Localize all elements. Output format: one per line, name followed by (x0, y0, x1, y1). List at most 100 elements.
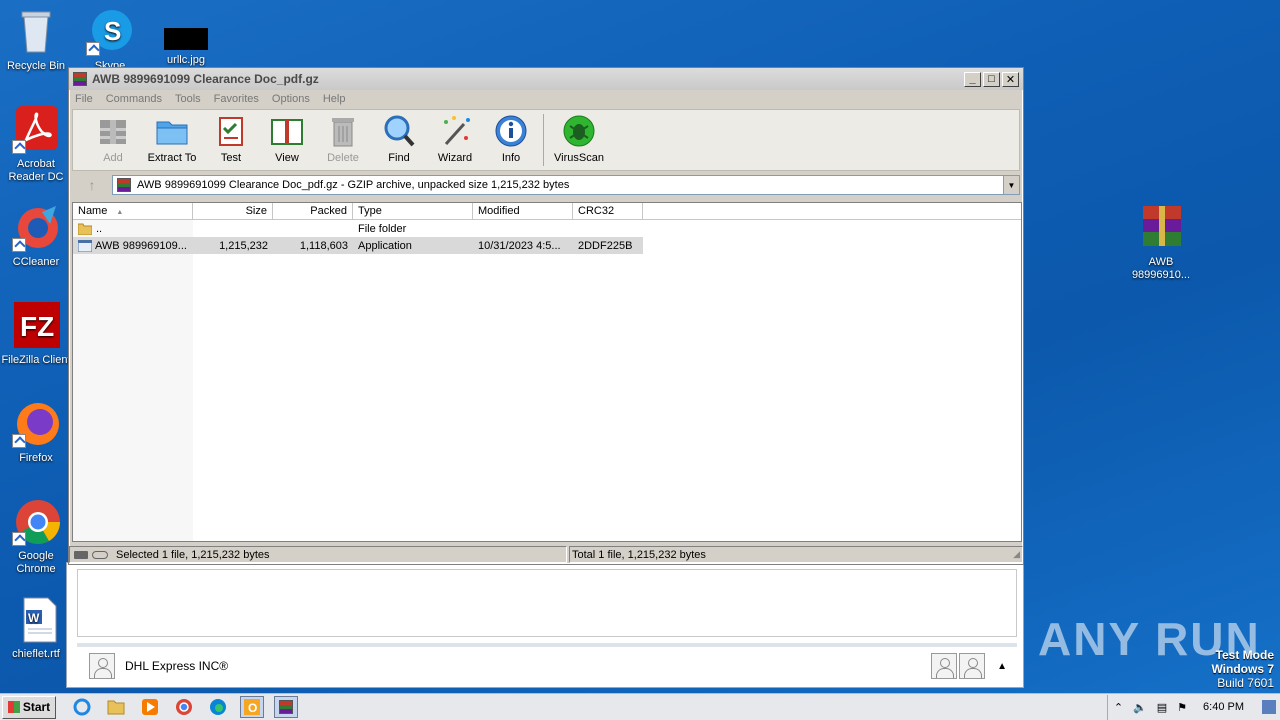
desktop-icon-chrome[interactable]: Google Chrome (0, 498, 74, 576)
contact-photo-icon-2[interactable] (959, 653, 986, 679)
extract-to-button[interactable]: Extract To (141, 114, 203, 170)
magnifier-icon (382, 114, 416, 148)
menu-favorites[interactable]: Favorites (214, 93, 259, 105)
shortcut-arrow-icon (12, 140, 26, 154)
edge-icon[interactable] (206, 696, 230, 718)
explorer-folder-icon[interactable] (104, 696, 128, 718)
desktop-icon-label: Acrobat Reader DC (8, 158, 64, 183)
filezilla-icon: FZ (12, 302, 60, 350)
column-size[interactable]: Size (193, 203, 273, 220)
find-label: Find (388, 152, 410, 164)
toolbar: Add Extract To Test View Delete Find Wiz… (72, 109, 1020, 171)
menu-tools[interactable]: Tools (175, 93, 201, 105)
window-title: AWB 9899691099 Clearance Doc_pdf.gz (92, 72, 319, 86)
table-row-selected[interactable]: AWB 989969109... 1,215,232 1,118,603 App… (73, 237, 643, 254)
svg-text:S: S (104, 16, 121, 46)
desktop-icon-label: FileZilla Client (1, 354, 71, 366)
desktop-icon-urllc[interactable]: urllc.jpg (148, 8, 224, 67)
sort-ascending-icon: ▲ (116, 209, 124, 216)
desktop-icon-label: CCleaner (12, 256, 60, 268)
archive-path: AWB 9899691099 Clearance Doc_pdf.gz - GZ… (137, 179, 570, 191)
windows-logo-icon (7, 701, 20, 713)
column-name[interactable]: Name ▲ (73, 203, 193, 220)
collapse-chevron-icon[interactable]: ▲ (997, 661, 1007, 672)
network-icon[interactable]: ▤ (1157, 701, 1167, 714)
contact-avatar-icon (89, 653, 115, 679)
menu-file[interactable]: File (75, 93, 93, 105)
contact-photo-icon[interactable] (931, 653, 958, 679)
file-list[interactable]: Name ▲ Size Packed Type Modified CRC32 .… (72, 202, 1022, 542)
desktop-icon-ccleaner[interactable]: CCleaner (0, 204, 74, 269)
word-document-icon: W (12, 596, 60, 644)
menu-help[interactable]: Help (323, 93, 346, 105)
image-file-icon (162, 8, 210, 56)
column-crc32[interactable]: CRC32 (573, 203, 643, 220)
media-player-icon[interactable] (138, 696, 162, 718)
clock[interactable]: 6:40 PM (1203, 701, 1244, 713)
close-button[interactable]: ✕ (1002, 71, 1019, 87)
status-bar: Selected 1 file, 1,215,232 bytes Total 1… (69, 545, 1023, 564)
desktop-icon-recycle-bin[interactable]: Recycle Bin (0, 8, 74, 73)
virus-scan-icon (562, 114, 596, 148)
cell-packed: 1,118,603 (299, 239, 348, 252)
delete-button[interactable]: Delete (315, 114, 371, 170)
name-column-background (73, 220, 193, 541)
firefox-icon (12, 400, 60, 448)
column-modified[interactable]: Modified (473, 203, 573, 220)
message-body[interactable] (77, 569, 1017, 637)
test-button[interactable]: Test (203, 114, 259, 170)
info-label: Info (501, 152, 521, 164)
find-button[interactable]: Find (371, 114, 427, 170)
sender-bar: DHL Express INC® ▲ (89, 651, 1015, 681)
virusscan-button[interactable]: VirusScan (548, 114, 610, 170)
winrar-window: AWB 9899691099 Clearance Doc_pdf.gz _ □ … (68, 67, 1024, 565)
folder-icon (155, 114, 189, 148)
archive-icon (117, 178, 131, 192)
cell-crc32: 2DDF225B (578, 239, 633, 252)
desktop-icon-label: chieflet.rtf (12, 648, 60, 660)
cell-modified: 10/31/2023 4:5... (478, 239, 561, 252)
up-one-level-button[interactable]: ↑ (72, 175, 112, 195)
toolbar-separator (543, 114, 544, 166)
view-button[interactable]: View (259, 114, 315, 170)
resize-grip-icon[interactable]: ◢ (1013, 549, 1020, 560)
start-button[interactable]: Start (2, 695, 56, 719)
chevron-down-icon[interactable]: ▼ (1003, 176, 1019, 194)
title-bar[interactable]: AWB 9899691099 Clearance Doc_pdf.gz _ □ … (69, 68, 1023, 90)
minimize-button[interactable]: _ (964, 71, 981, 87)
column-type[interactable]: Type (353, 203, 473, 220)
wizard-label: Wizard (437, 152, 473, 164)
flag-icon[interactable]: ⚑ (1177, 701, 1187, 714)
delete-label: Delete (327, 152, 359, 164)
wizard-button[interactable]: Wizard (427, 114, 483, 170)
desktop-icon-awb-archive[interactable]: AWB 98996910... (1123, 204, 1199, 282)
menu-commands[interactable]: Commands (106, 93, 162, 105)
recycle-bin-icon (12, 8, 60, 56)
show-desktop-button[interactable] (1262, 700, 1276, 714)
address-bar: ↑ AWB 9899691099 Clearance Doc_pdf.gz - … (72, 174, 1020, 196)
virusscan-label: VirusScan (554, 152, 604, 164)
desktop-icon-skype[interactable]: S Skype (72, 8, 148, 73)
winrar-taskbar-icon[interactable] (274, 696, 298, 718)
desktop-icon-acrobat[interactable]: Acrobat Reader DC (0, 106, 74, 184)
shortcut-arrow-icon (12, 238, 26, 252)
system-tray: ⌃ 🔈 ▤ ⚑ 6:40 PM (1106, 694, 1280, 720)
desktop-icon-filezilla[interactable]: FZ FileZilla Client (0, 302, 74, 367)
maximize-button[interactable]: □ (983, 71, 1000, 87)
skype-icon: S (86, 8, 134, 56)
internet-explorer-icon[interactable] (70, 696, 94, 718)
path-combobox[interactable]: AWB 9899691099 Clearance Doc_pdf.gz - GZ… (112, 175, 1020, 195)
volume-icon[interactable]: 🔈 (1133, 701, 1147, 714)
info-button[interactable]: Info (483, 114, 539, 170)
outlook-taskbar-icon[interactable]: O (240, 696, 264, 718)
desktop-icon-firefox[interactable]: Firefox (0, 400, 74, 465)
column-packed[interactable]: Packed (273, 203, 353, 220)
table-row[interactable]: .. File folder (73, 220, 1021, 237)
desktop-icon-chieflet[interactable]: W chieflet.rtf (0, 596, 74, 661)
add-button[interactable]: Add (85, 114, 141, 170)
tray-expand-icon[interactable]: ⌃ (1114, 701, 1123, 714)
cell-name: AWB 989969109... (73, 239, 193, 252)
chrome-taskbar-icon[interactable] (172, 696, 196, 718)
cell-type: File folder (358, 222, 407, 235)
menu-options[interactable]: Options (272, 93, 310, 105)
